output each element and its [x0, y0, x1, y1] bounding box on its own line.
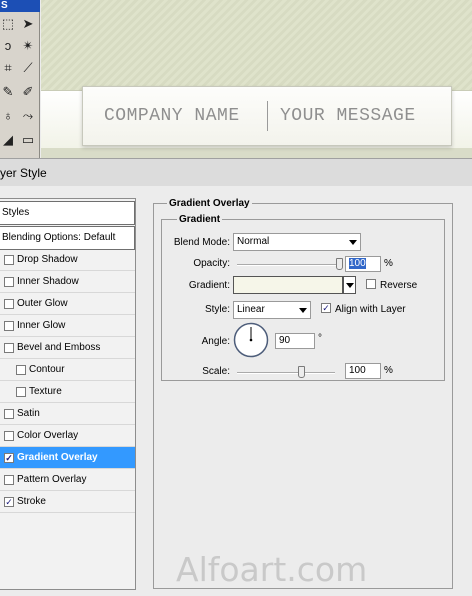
scale-input[interactable]: 100	[345, 363, 381, 379]
align-with-layer-checkbox[interactable]: ✓	[321, 303, 331, 313]
stamp-icon[interactable]: ♁	[0, 108, 16, 124]
opacity-label: Opacity:	[193, 258, 230, 269]
style-item-gradient-overlay[interactable]: ✓ Gradient Overlay	[0, 447, 135, 469]
style-item-label: Stroke	[17, 496, 46, 507]
gradient-section-title: Gradient	[177, 214, 223, 225]
brush-icon[interactable]: ✐	[20, 84, 36, 100]
angle-label: Angle:	[201, 336, 230, 347]
angle-degree: °	[318, 333, 322, 344]
style-item-contour[interactable]: Contour	[0, 359, 135, 381]
blending-options[interactable]: Blending Options: Default	[0, 226, 135, 250]
style-value: Linear	[237, 304, 265, 315]
watermark: Alfoart.com	[176, 550, 368, 589]
opacity-percent: %	[384, 258, 393, 269]
opacity-slider-track[interactable]	[237, 264, 340, 266]
style-item-checkbox[interactable]: ✓	[4, 497, 14, 507]
dialog-title-bar: yer Style	[0, 158, 472, 186]
blend-mode-value: Normal	[237, 236, 270, 247]
style-item-label: Texture	[29, 386, 62, 397]
style-item-label: Outer Glow	[17, 298, 68, 309]
marquee-icon[interactable]: ⬚	[0, 16, 16, 32]
tools-panel: S ⬚ ➤ ↄ ✴ ⌗ ⟋ ✎ ✐ ♁ ⤳ ◢ ▭	[0, 0, 40, 158]
reverse-label: Reverse	[380, 280, 418, 291]
styles-header[interactable]: Styles	[0, 201, 135, 225]
angle-input[interactable]: 90	[275, 333, 315, 349]
scale-label: Scale:	[202, 366, 230, 377]
style-item-checkbox[interactable]	[4, 475, 14, 485]
opacity-slider-thumb[interactable]	[336, 258, 343, 270]
align-with-layer-label: Align with Layer	[335, 304, 406, 315]
banner-message: YOUR MESSAGE	[280, 106, 416, 126]
style-item-label: Gradient Overlay	[17, 452, 98, 463]
history-brush-icon[interactable]: ⤳	[20, 108, 36, 124]
style-item-inner-glow[interactable]: Inner Glow	[0, 315, 135, 337]
magic-wand-icon[interactable]: ✴	[20, 38, 36, 54]
style-item-checkbox[interactable]	[4, 409, 14, 419]
scale-slider-thumb[interactable]	[297, 366, 305, 378]
canvas-bottom-strip	[41, 148, 472, 158]
style-item-label: Drop Shadow	[17, 254, 78, 265]
gradient-label: Gradient:	[188, 280, 230, 291]
style-item-pattern-overlay[interactable]: Pattern Overlay	[0, 469, 135, 491]
style-item-outer-glow[interactable]: Outer Glow	[0, 293, 135, 315]
style-item-color-overlay[interactable]: Color Overlay	[0, 425, 135, 447]
styles-panel: Styles Blending Options: Default Drop Sh…	[0, 198, 136, 590]
style-item-label: Satin	[17, 408, 40, 419]
style-item-checkbox[interactable]	[4, 277, 14, 287]
gradient-picker[interactable]	[233, 276, 343, 294]
document-canvas[interactable]: COMPANY NAME YOUR MESSAGE	[41, 0, 472, 158]
banner: COMPANY NAME YOUR MESSAGE	[82, 86, 452, 146]
style-label: Style:	[204, 304, 230, 315]
style-item-checkbox[interactable]	[4, 321, 14, 331]
blend-mode-label: Blend Mode:	[173, 237, 230, 248]
lasso-icon[interactable]: ↄ	[0, 38, 16, 54]
angle-dial[interactable]	[233, 322, 269, 358]
styles-header-label: Styles	[2, 207, 30, 218]
reverse-checkbox[interactable]	[366, 279, 376, 289]
opacity-value: 100	[349, 258, 366, 269]
banner-company: COMPANY NAME	[104, 106, 240, 126]
style-item-texture[interactable]: Texture	[0, 381, 135, 403]
style-item-label: Contour	[29, 364, 65, 375]
gradient-icon[interactable]: ▭	[20, 132, 36, 148]
slice-icon[interactable]: ⟋	[20, 60, 36, 76]
style-select[interactable]: Linear	[233, 301, 311, 319]
style-item-checkbox[interactable]: ✓	[4, 453, 14, 463]
chevron-down-icon	[349, 240, 357, 245]
style-item-checkbox[interactable]	[4, 343, 14, 353]
style-item-label: Inner Shadow	[17, 276, 79, 287]
chevron-down-icon	[299, 308, 307, 313]
crop-icon[interactable]: ⌗	[0, 60, 16, 76]
style-item-label: Pattern Overlay	[17, 474, 87, 485]
tools-title: S	[0, 0, 40, 12]
blend-mode-select[interactable]: Normal	[233, 233, 361, 251]
style-item-checkbox[interactable]	[4, 255, 14, 265]
scale-slider-track[interactable]	[237, 372, 335, 374]
style-item-stroke[interactable]: ✓ Stroke	[0, 491, 135, 513]
scale-percent: %	[384, 365, 393, 376]
style-item-satin[interactable]: Satin	[0, 403, 135, 425]
eraser-icon[interactable]: ◢	[0, 132, 16, 148]
style-item-label: Inner Glow	[17, 320, 66, 331]
style-item-drop-shadow[interactable]: Drop Shadow	[0, 249, 135, 271]
banner-divider	[267, 101, 268, 131]
style-item-checkbox[interactable]	[4, 299, 14, 309]
style-item-label: Bevel and Emboss	[17, 342, 101, 353]
style-item-checkbox[interactable]	[4, 431, 14, 441]
style-item-checkbox[interactable]	[16, 387, 26, 397]
angle-value: 90	[279, 335, 291, 346]
style-item-label: Color Overlay	[17, 430, 79, 441]
chevron-down-icon	[346, 283, 354, 288]
healing-brush-icon[interactable]: ✎	[0, 84, 16, 100]
opacity-input[interactable]: 100	[345, 256, 381, 272]
move-icon[interactable]: ➤	[20, 16, 36, 32]
style-item-inner-shadow[interactable]: Inner Shadow	[0, 271, 135, 293]
gradient-overlay-title: Gradient Overlay	[167, 198, 252, 209]
style-item-bevel-and-emboss[interactable]: Bevel and Emboss	[0, 337, 135, 359]
gradient-dropdown-button[interactable]	[343, 276, 356, 294]
scale-value: 100	[349, 365, 366, 376]
blending-options-label: Blending Options: Default	[2, 232, 116, 243]
dialog-title: yer Style	[0, 166, 47, 180]
style-item-checkbox[interactable]	[16, 365, 26, 375]
